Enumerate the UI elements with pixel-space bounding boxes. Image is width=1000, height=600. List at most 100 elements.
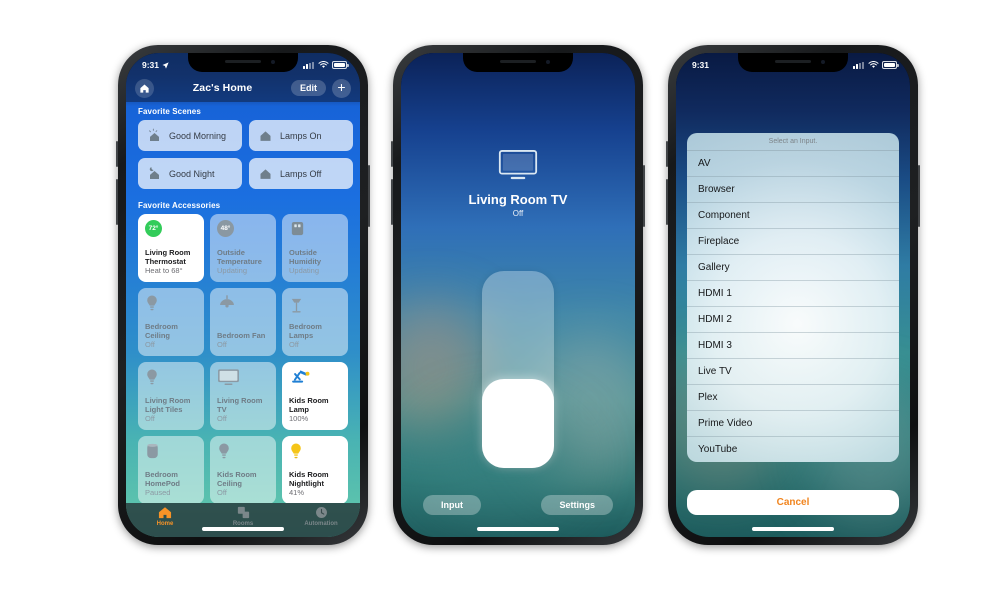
home-indicator[interactable] bbox=[477, 527, 559, 531]
input-list-item[interactable]: Fireplace bbox=[687, 229, 899, 255]
phone-input-picker: 9:31 Select an Input. AV Browser Component… bbox=[666, 45, 920, 545]
input-button[interactable]: Input bbox=[423, 495, 481, 515]
accessories-grid: 72° Living Room Thermostat Heat to 68° 4… bbox=[126, 214, 360, 503]
input-list-item[interactable]: HDMI 1 bbox=[687, 281, 899, 307]
accessory-tile[interactable]: Bedroom Ceiling Off bbox=[138, 288, 204, 356]
accessory-name: Bedroom Ceiling bbox=[145, 321, 178, 341]
automation-clock-icon bbox=[315, 506, 327, 518]
front-camera bbox=[546, 60, 550, 64]
edit-button[interactable]: Edit bbox=[291, 80, 326, 96]
house-icon bbox=[140, 84, 149, 93]
tv-icon bbox=[498, 150, 538, 180]
input-list-item[interactable]: Browser bbox=[687, 177, 899, 203]
ceiling-fan-icon bbox=[220, 295, 234, 308]
input-list-item[interactable]: Gallery bbox=[687, 255, 899, 281]
tab-label: Rooms bbox=[232, 520, 254, 527]
accessory-name: Outside Temperature bbox=[217, 247, 262, 267]
input-list-item[interactable]: Prime Video bbox=[687, 411, 899, 437]
accessory-name: Outside Humidity bbox=[289, 247, 322, 267]
rooms-icon bbox=[237, 506, 249, 518]
home-house-button[interactable] bbox=[135, 78, 154, 98]
input-list-item[interactable]: HDMI 2 bbox=[687, 307, 899, 333]
input-list-item[interactable]: YouTube bbox=[687, 437, 899, 462]
scene-row-2: Good Night Lamps Off bbox=[126, 158, 360, 189]
accessory-status: Updating bbox=[289, 266, 320, 276]
accessory-tile[interactable]: Outside Humidity Updating bbox=[282, 214, 348, 282]
brightness-slider[interactable] bbox=[482, 271, 554, 468]
scene-card[interactable]: Good Night bbox=[138, 158, 242, 189]
device-title: Living Room TV bbox=[468, 192, 568, 207]
temperature-badge-value: 48° bbox=[217, 220, 234, 237]
favorite-accessories-label: Favorite Accessories bbox=[138, 201, 221, 210]
screenshot-stage: 9:31 Zac's Home Edit + Favorite Scenes G… bbox=[0, 0, 1000, 600]
accessory-status: Paused bbox=[145, 488, 171, 498]
scene-label: Good Morning bbox=[169, 130, 227, 141]
add-button[interactable]: + bbox=[332, 78, 351, 98]
cellular-signal-icon bbox=[303, 61, 314, 69]
notch bbox=[463, 53, 573, 72]
accessory-status: 41% bbox=[289, 488, 305, 498]
tab-label: Home bbox=[156, 520, 174, 527]
input-list-item[interactable]: HDMI 3 bbox=[687, 333, 899, 359]
input-list-item[interactable]: Live TV bbox=[687, 359, 899, 385]
tab-bar: Home Rooms Automation bbox=[126, 503, 360, 537]
tab-home[interactable]: Home bbox=[126, 503, 204, 529]
scene-label: Lamps Off bbox=[280, 168, 322, 179]
notch bbox=[188, 53, 298, 72]
home-navigation-bar: Zac's Home Edit + bbox=[126, 74, 360, 102]
input-list-item[interactable]: AV bbox=[687, 151, 899, 177]
house-sun-icon bbox=[149, 128, 159, 141]
house-icon bbox=[158, 506, 172, 518]
bulb-icon bbox=[147, 295, 157, 311]
accessory-tile[interactable]: Kids Room Lamp 100% bbox=[282, 362, 348, 430]
home-indicator[interactable] bbox=[752, 527, 834, 531]
slider-fill[interactable] bbox=[482, 379, 554, 468]
input-list: AV Browser Component Fireplace Gallery HDMI 1… bbox=[687, 151, 899, 462]
accessory-tile[interactable]: Kids Room Nightlight 41% bbox=[282, 436, 348, 503]
power-button[interactable] bbox=[918, 165, 920, 227]
input-list-item[interactable]: Plex bbox=[687, 385, 899, 411]
scene-card[interactable]: Lamps Off bbox=[249, 158, 353, 189]
home-indicator[interactable] bbox=[202, 527, 284, 531]
power-button[interactable] bbox=[643, 165, 645, 227]
house-moon-icon bbox=[149, 167, 159, 179]
accessory-name: Living Room TV bbox=[217, 395, 263, 415]
tv-device-header: Living Room TV Off bbox=[401, 149, 635, 218]
battery-icon bbox=[882, 61, 899, 69]
scene-card[interactable]: Good Morning bbox=[138, 120, 242, 151]
accessory-tile[interactable]: Bedroom Fan Off bbox=[210, 288, 276, 356]
accessory-tile[interactable]: Bedroom HomePod Paused bbox=[138, 436, 204, 503]
accessory-tile[interactable]: Bedroom Lamps Off bbox=[282, 288, 348, 356]
tab-rooms[interactable]: Rooms bbox=[204, 503, 282, 529]
notch bbox=[738, 53, 848, 72]
home-content: Favorite Scenes Good Morning Lamps On Go… bbox=[126, 102, 360, 503]
earpiece-speaker bbox=[775, 60, 811, 63]
scene-card[interactable]: Lamps On bbox=[249, 120, 353, 151]
cellular-signal-icon bbox=[853, 61, 864, 69]
accessory-tile[interactable]: Living Room TV Off bbox=[210, 362, 276, 430]
tab-automation[interactable]: Automation bbox=[282, 503, 360, 529]
input-list-item[interactable]: Component bbox=[687, 203, 899, 229]
device-status: Off bbox=[512, 209, 524, 218]
phone2-screen: Living Room TV Off Input Settings bbox=[401, 53, 635, 537]
phone3-screen: 9:31 Select an Input. AV Browser Component… bbox=[676, 53, 910, 537]
status-time: 9:31 bbox=[692, 60, 710, 70]
accessory-tile[interactable]: 72° Living Room Thermostat Heat to 68° bbox=[138, 214, 204, 282]
accessory-status: Heat to 68° bbox=[145, 266, 183, 276]
accessory-tile[interactable]: Living Room Light Tiles Off bbox=[138, 362, 204, 430]
front-camera bbox=[271, 60, 275, 64]
tab-label: Automation bbox=[304, 520, 338, 527]
input-action-sheet: Select an Input. AV Browser Component Firep… bbox=[687, 133, 899, 462]
accessory-tile[interactable]: Kids Room Ceiling Off bbox=[210, 436, 276, 503]
phone-home-app: 9:31 Zac's Home Edit + Favorite Scenes G… bbox=[116, 45, 370, 545]
power-button[interactable] bbox=[368, 165, 370, 227]
settings-button[interactable]: Settings bbox=[541, 495, 613, 515]
page-title: Zac's Home bbox=[192, 82, 253, 94]
accessory-name: Living Room Thermostat bbox=[145, 247, 191, 267]
front-camera bbox=[821, 60, 825, 64]
accessory-status: Off bbox=[145, 340, 155, 350]
cancel-button[interactable]: Cancel bbox=[687, 490, 899, 515]
accessory-tile[interactable]: 48° Outside Temperature Updating bbox=[210, 214, 276, 282]
status-time: 9:31 bbox=[142, 60, 160, 70]
temperature-badge: 48° bbox=[217, 220, 269, 244]
